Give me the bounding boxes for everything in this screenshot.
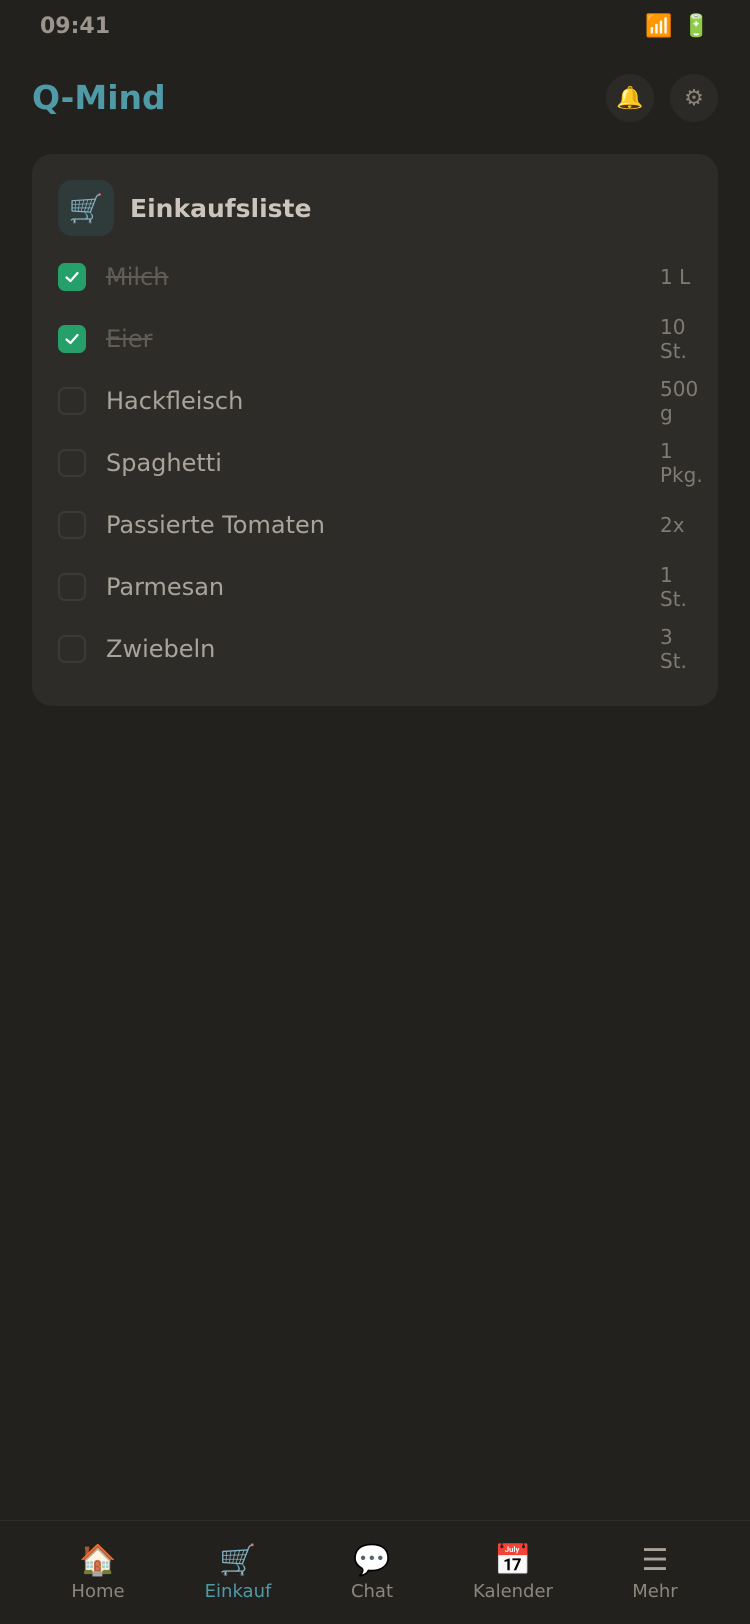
cart-icon: 🛒 [58,180,114,236]
cart-icon: 🛒 [219,1543,257,1578]
item-checkbox[interactable] [58,263,86,291]
nav-home[interactable]: 🏠 Home [33,1543,163,1602]
item-checkbox[interactable] [58,325,86,353]
list-item[interactable]: Zwiebeln 3 St. [58,618,698,680]
list-item[interactable]: Parmesan 1 St. [58,556,698,618]
nav-label: Kalender [473,1581,553,1602]
list-item[interactable]: Spaghetti 1 Pkg. [58,432,703,494]
list-item[interactable]: Hackfleisch 500 g [58,370,698,432]
item-quantity: 500 g [660,377,699,425]
status-bar: 09:41 📶 🔋 [0,0,750,56]
status-time: 09:41 [40,14,111,39]
nav-label: Chat [350,1581,394,1602]
app-title: Q-Mind [32,78,166,117]
card-header: 🛒 Einkaufsliste [58,180,311,236]
item-name: Passierte Tomaten [106,511,325,539]
item-checkbox[interactable] [58,573,86,601]
home-icon: 🏠 [79,1543,117,1578]
shopping-list: Milch 1 L Eier 10 St. Hackfleisch 500 g … [58,246,703,680]
item-quantity: 1 Pkg. [660,439,703,487]
item-checkbox[interactable] [58,511,86,539]
item-name: Milch [106,263,169,291]
item-name: Eier [106,325,153,353]
item-checkbox[interactable] [58,635,86,663]
notifications-button[interactable]: 🔔 [606,74,654,122]
nav-label: Home [71,1581,125,1602]
settings-button[interactable]: ⚙ [670,74,718,122]
card-title: Einkaufsliste [130,193,312,223]
signal-icon: 📶 [645,14,673,39]
checkmark-icon [65,271,79,283]
app-header: Q-Mind 🔔 ⚙ [0,70,750,126]
item-checkbox[interactable] [58,387,86,415]
item-quantity: 10 St. [660,315,687,363]
menu-icon: ☰ [641,1543,669,1578]
item-quantity: 1 L [660,265,691,289]
nav-kalender[interactable]: 📅 Kalender [448,1543,578,1602]
list-item[interactable]: Eier 10 St. [58,308,698,370]
nav-mehr[interactable]: ☰ Mehr [590,1543,720,1602]
checkmark-icon [65,333,79,345]
battery-icon: 🔋 [682,14,710,39]
chat-icon: 💬 [353,1543,391,1578]
nav-chat[interactable]: 💬 Chat [307,1543,437,1602]
item-name: Zwiebeln [106,635,216,663]
shopping-list-card: 🛒 Einkaufsliste Milch 1 L Eier 10 St. Ha… [32,154,718,706]
item-name: Spaghetti [106,449,222,477]
nav-label: Mehr [632,1581,678,1602]
gear-icon: ⚙ [684,85,704,111]
list-item[interactable]: Milch 1 L [58,246,698,308]
calendar-icon: 📅 [494,1543,532,1578]
nav-einkauf[interactable]: 🛒 Einkauf [173,1543,303,1602]
item-quantity: 1 St. [660,563,687,611]
item-quantity: 3 St. [660,625,687,673]
item-checkbox[interactable] [58,449,86,477]
item-quantity: 2x [660,513,685,537]
nav-label: Einkauf [204,1581,272,1602]
status-icons: 📶 🔋 [645,14,710,39]
item-name: Parmesan [106,573,225,601]
list-item[interactable]: Passierte Tomaten 2x [58,494,698,556]
bottom-nav: 🏠 Home 🛒 Einkauf 💬 Chat 📅 Kalender ☰ Meh… [0,1520,750,1624]
item-name: Hackfleisch [106,387,244,415]
bell-icon: 🔔 [616,85,644,111]
